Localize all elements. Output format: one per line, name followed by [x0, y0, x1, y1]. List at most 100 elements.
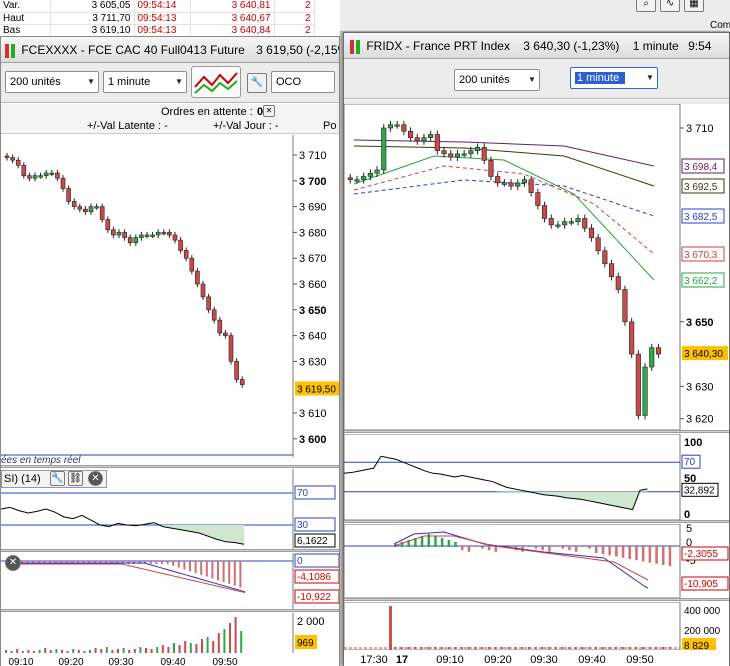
rsi-badge-value: 70 — [684, 457, 696, 468]
table-row[interactable]: Bas 3 619,10 09:54:13 3 640,84 2 — [0, 24, 315, 37]
candle-body — [172, 234, 178, 241]
candle-body — [354, 179, 360, 182]
left-title-bar[interactable]: FCEXXXX - FCE CAC 40 Full0413 Future 3 6… — [1, 37, 339, 63]
right-macd-pane[interactable]: 5 0 -5 -2,3055 -10,905 — [343, 523, 729, 599]
candle-body — [408, 130, 414, 138]
macd-bar — [481, 546, 484, 549]
pane-divider[interactable] — [344, 520, 729, 523]
left-macd-pane[interactable]: 0 -4,1086 -10,922 — [1, 553, 340, 609]
right-title-bar[interactable]: FRIDX - France PRT Index 3 640,30 (-1,23… — [344, 33, 729, 59]
macd-bar — [420, 536, 424, 547]
macd-bar — [172, 561, 175, 566]
y-tick-label: 3 710 — [299, 150, 327, 162]
order-type-value: OCO — [276, 76, 302, 88]
right-rsi-pane[interactable]: 100 50 0 70 32,892 — [343, 433, 729, 521]
macd-bar — [205, 561, 208, 577]
candle-body — [139, 234, 144, 238]
macd-bar — [548, 546, 551, 552]
strategy-icon[interactable] — [191, 66, 241, 98]
macd-bar — [467, 546, 471, 552]
units-select[interactable]: 200 unités ▼ — [5, 71, 99, 93]
close-icon[interactable]: ✕ — [88, 471, 103, 486]
ma-badge-value: 3 670,3 — [684, 250, 718, 261]
candle-body — [55, 172, 60, 179]
right-macd-chart: 50-5-2,3055-10,905 — [343, 523, 729, 599]
units-select[interactable]: 200 unités ▼ — [454, 69, 540, 91]
wrench-icon[interactable]: 🔧 — [247, 73, 267, 93]
grid-icon[interactable]: ▦ — [684, 0, 704, 12]
candle-body — [454, 153, 460, 158]
left-price-pane[interactable]: 3 710 3 700 3 690 3 680 3 670 3 660 3 650 3 640… — [1, 135, 339, 472]
volume-bar — [501, 647, 504, 649]
candle-body — [111, 229, 116, 236]
volume-bar — [454, 647, 457, 649]
volume-bar — [648, 647, 651, 649]
y-tick-label: 3 620 — [686, 414, 714, 426]
close-icon[interactable]: ✕ — [5, 555, 21, 571]
macd-bar — [621, 546, 625, 558]
y-tick-label: 3 660 — [299, 279, 327, 291]
interval-select[interactable]: 1 minute ▼ — [103, 71, 187, 93]
chevron-down-icon: ▼ — [175, 77, 183, 86]
link-icon[interactable]: ⛓ — [68, 471, 83, 486]
candle-body — [155, 232, 161, 236]
table-row[interactable]: Haut 3 711,70 09:54:13 3 640,67 2 — [0, 12, 315, 25]
volume-bar — [615, 647, 618, 649]
pane-divider[interactable] — [1, 549, 339, 552]
macd-bar — [668, 546, 672, 567]
right-price-pane[interactable]: 3 710 3 650 3 630 3 620 3 698,4 3 692,5 3 682,… — [343, 103, 729, 431]
macd-bar — [461, 546, 464, 551]
candle-body — [223, 332, 228, 336]
candle-body — [401, 124, 407, 132]
volume-bar — [534, 647, 537, 649]
left-chart-window[interactable]: FCEXXXX - FCE CAC 40 Full0413 Future 3 6… — [0, 36, 340, 666]
candle-body — [361, 176, 367, 180]
macd-bar — [194, 561, 197, 573]
candle-body — [217, 319, 223, 334]
zoom-icon[interactable]: ⌕ — [636, 0, 656, 12]
chart-icon[interactable]: ∿ — [660, 0, 680, 12]
plot-frame — [343, 103, 681, 431]
candle-body — [239, 379, 245, 385]
right-volume-pane[interactable]: 400 000 200 000 8 829 — [343, 601, 729, 652]
macd-bar — [149, 561, 152, 564]
pane-divider[interactable] — [344, 430, 729, 433]
wrench-icon[interactable]: 🔧 — [50, 471, 65, 486]
tick-time: 09:54:13 — [134, 12, 191, 25]
pending-label: Ordres en attente : — [161, 106, 253, 118]
candle-body — [588, 227, 594, 239]
left-volume-pane[interactable]: 2 000 969 — [1, 613, 339, 653]
order-type-select[interactable]: OCO — [271, 71, 335, 93]
volume-bar — [474, 647, 477, 649]
y-tick-label: 3 600 — [299, 434, 327, 446]
pane-divider[interactable] — [1, 609, 339, 612]
macd-badge-value: -10,905 — [684, 579, 718, 590]
macd-bar — [595, 546, 598, 553]
y-tick-label: 0 — [684, 509, 690, 520]
volume-bar — [434, 647, 437, 649]
pane-divider[interactable] — [344, 598, 729, 601]
volume-bar — [400, 647, 403, 649]
candle-body — [468, 150, 474, 155]
volume-bar — [229, 623, 231, 653]
tick-price: 3 640,81 — [190, 0, 275, 13]
volume-bar — [407, 647, 410, 649]
pane-divider[interactable] — [1, 465, 339, 468]
interval-select[interactable]: 1 minute ▼ — [570, 67, 658, 89]
candle-body — [43, 172, 49, 176]
macd-bar — [211, 561, 214, 579]
cancel-orders-icon[interactable]: ✕ — [263, 105, 275, 117]
macd-bar — [574, 546, 578, 552]
row-label: Haut — [0, 12, 51, 25]
vol-badge-value: 8 829 — [684, 641, 709, 650]
candle-body — [568, 221, 574, 224]
volume-bar — [467, 647, 470, 649]
y-tick-label: 3 710 — [686, 123, 714, 135]
candle-body — [528, 179, 534, 193]
table-row[interactable]: Var. 3 605,05 09:54:14 3 640,81 2 — [0, 0, 315, 13]
right-chart-window[interactable]: FRIDX - France PRT Index 3 640,30 (-1,23… — [343, 32, 730, 666]
y-tick-label: 3 650 — [686, 317, 714, 329]
macd-bar — [541, 546, 544, 551]
candle-body — [234, 361, 239, 380]
units-value: 200 unités — [10, 76, 61, 88]
